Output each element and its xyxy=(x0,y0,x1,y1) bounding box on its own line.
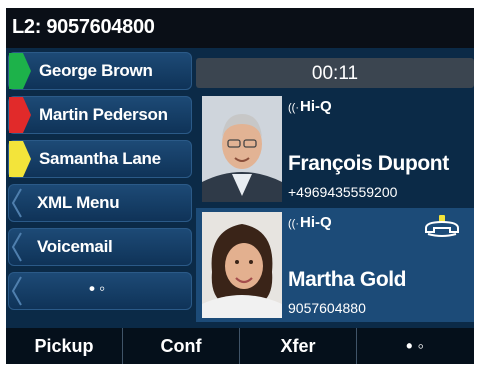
line-key-label: Samantha Lane xyxy=(39,149,161,168)
line-key-xml-menu[interactable]: XML Menu xyxy=(8,184,192,222)
xfer-softkey[interactable]: Xfer xyxy=(240,328,357,364)
call-entry[interactable]: ((·Hi-Q François Dupont +4969435559200 xyxy=(196,92,474,206)
line-key-samantha-lane[interactable]: Samantha Lane xyxy=(8,140,192,178)
line-key-label: George Brown xyxy=(39,61,153,80)
presence-green-icon xyxy=(7,53,33,89)
call-timer-value: 00:11 xyxy=(311,63,359,84)
line-key-more[interactable]: • ◦ xyxy=(8,272,192,310)
line-key-label: Martin Pederson xyxy=(39,105,168,124)
line-key-label: Voicemail xyxy=(37,237,113,256)
presence-red-icon xyxy=(7,97,33,133)
presence-yellow-icon xyxy=(7,141,33,177)
caller-photo xyxy=(202,96,282,202)
caller-name: François Dupont xyxy=(288,152,449,175)
audio-waves-icon: ((· xyxy=(288,218,299,230)
page-indicator: • ◦ xyxy=(89,279,105,298)
key-tab-icon xyxy=(7,229,33,265)
pickup-softkey[interactable]: Pickup xyxy=(6,328,123,364)
conf-softkey[interactable]: Conf xyxy=(123,328,240,364)
key-tab-icon xyxy=(7,185,33,221)
caller-number: 9057604880 xyxy=(288,300,366,316)
call-entry[interactable]: ((·Hi-Q Martha Gold 9057604880 xyxy=(196,208,474,322)
caller-name: Martha Gold xyxy=(288,268,407,291)
line-key-martin-pederson[interactable]: Martin Pederson xyxy=(8,96,192,134)
key-tab-icon xyxy=(7,273,33,309)
audio-waves-icon: ((· xyxy=(288,102,299,114)
more-softkey[interactable]: • ◦ xyxy=(357,328,473,364)
line-key-label: XML Menu xyxy=(37,193,120,212)
caller-number: +4969435559200 xyxy=(288,184,398,200)
line-key-voicemail[interactable]: Voicemail xyxy=(8,228,192,266)
hold-handset-icon xyxy=(422,214,462,240)
hiq-audio-badge: ((·Hi-Q xyxy=(288,214,332,231)
hiq-audio-badge: ((·Hi-Q xyxy=(288,98,332,115)
line-title: L2: 9057604800 xyxy=(12,16,155,38)
caller-photo xyxy=(202,212,282,318)
line-key-george-brown[interactable]: George Brown xyxy=(8,52,192,90)
soft-key-bar: Pickup Conf Xfer • ◦ xyxy=(6,328,474,364)
phone-screen: L2: 9057604800 George Brown Martin Peder… xyxy=(6,8,474,364)
call-timer: 00:11 xyxy=(196,58,474,88)
status-header: L2: 9057604800 xyxy=(6,8,474,48)
